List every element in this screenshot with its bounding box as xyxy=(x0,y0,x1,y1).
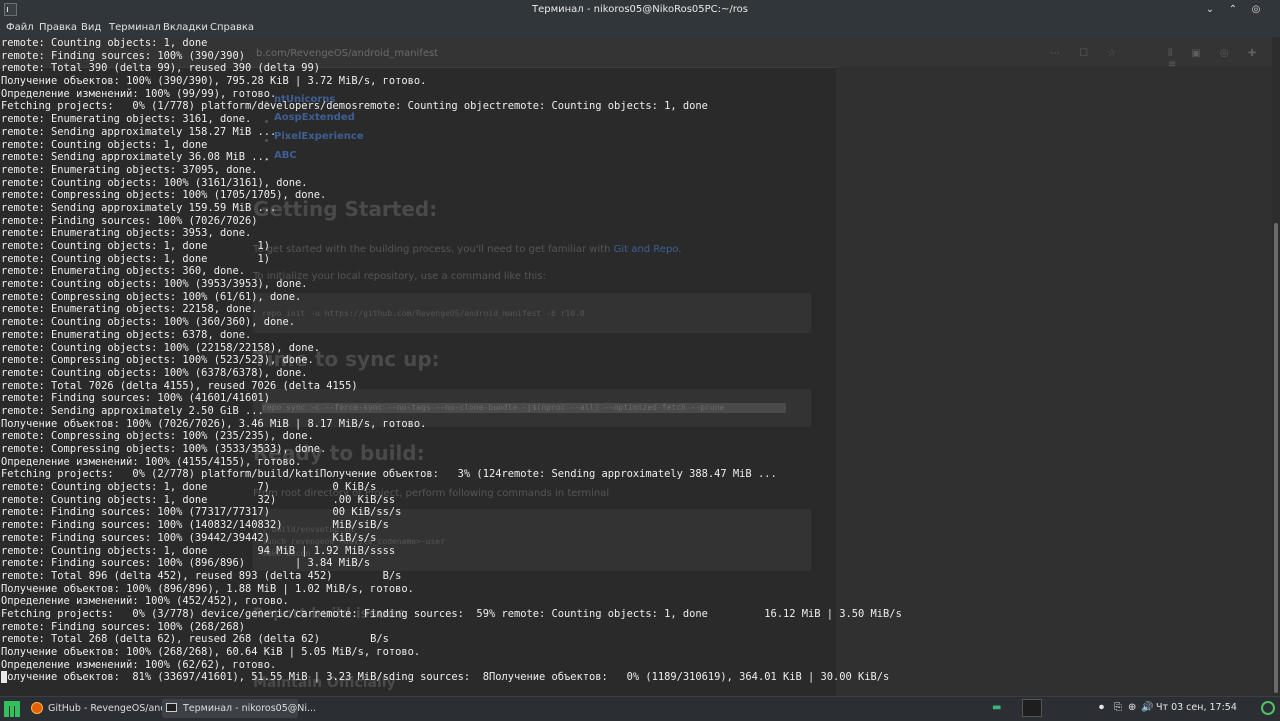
terminal-line: remote: Enumerating objects: 22158, done… xyxy=(1,303,258,316)
task-firefox[interactable]: GitHub - RevengeOS/andr... xyxy=(27,699,178,718)
terminal-line: remote: Total 390 (delta 99), reused 390… xyxy=(1,62,321,75)
terminal-line: remote: Counting objects: 100% (3953/395… xyxy=(1,278,308,291)
minimize-button[interactable]: ⌄ xyxy=(1202,2,1218,17)
terminal-line: remote: Counting objects: 100% (6378/637… xyxy=(1,366,308,379)
terminal-line: remote: Enumerating objects: 3161, done. xyxy=(1,113,252,126)
taskbar: GitHub - RevengeOS/andr... Терминал - ni… xyxy=(0,696,1280,721)
terminal-line: remote: Counting objects: 1, done 1) xyxy=(1,240,270,252)
media-icon[interactable]: ⏺ xyxy=(1099,702,1104,713)
menu-file[interactable]: Файл xyxy=(6,22,34,33)
terminal-line: Получение объектов: 81% (33697/41601), 5… xyxy=(1,671,890,684)
task-terminal[interactable]: Терминал - nikoros05@Ni... xyxy=(162,699,316,718)
terminal-line: remote: Finding sources: 100% (39442/394… xyxy=(1,531,377,544)
terminal-line: Определение изменений: 100% (62/62), гот… xyxy=(1,658,277,671)
task-firefox-label: GitHub - RevengeOS/andr... xyxy=(48,703,179,714)
terminal-icon xyxy=(166,703,177,712)
terminal-line: remote: Compressing objects: 100% (523/5… xyxy=(1,354,314,367)
clock[interactable]: Чт 03 сен, 17:54 xyxy=(1156,702,1237,713)
terminal-line: remote: Enumerating objects: 37095, done… xyxy=(1,163,258,176)
window-title: Терминал - nikoros05@NikoRos05PC:~/ros xyxy=(531,4,748,15)
terminal-line: Определение изменений: 100% (4155/4155),… xyxy=(1,455,302,468)
terminal-line: remote: Total 7026 (delta 4155), reused … xyxy=(1,379,358,392)
terminal-line: Fetching projects: 0% (2/778) platform/b… xyxy=(1,468,777,481)
menu-bar: Файл Правка Вид Терминал Вкладки Справка xyxy=(0,19,1280,38)
menu-terminal[interactable]: Терминал xyxy=(109,22,161,33)
terminal-line: remote: Finding sources: 100% (41601/416… xyxy=(1,392,270,405)
volume-icon[interactable]: 🔊 xyxy=(1141,702,1153,713)
clipboard-icon[interactable]: ⎘ xyxy=(1114,702,1122,713)
maximize-button[interactable]: ⌃ xyxy=(1225,2,1241,17)
terminal-line: Определение изменений: 100% (99/99), гот… xyxy=(1,87,277,100)
menu-tabs[interactable]: Вкладки xyxy=(163,22,208,33)
terminal-line: remote: Enumerating objects: 3953, done. xyxy=(1,227,252,240)
terminal-line: remote: Counting objects: 1, done 1) xyxy=(1,252,270,265)
terminal-line: remote: Counting objects: 100% (22158/22… xyxy=(1,341,321,354)
terminal-line: remote: Sending approximately 158.27 MiB… xyxy=(1,125,277,138)
terminal-line: remote: Finding sources: 100% (390/390) xyxy=(1,49,245,62)
terminal-view[interactable]: b.com/RevengeOS/android_manifest ⋯ ☐ ☆ ⫴… xyxy=(0,37,1280,696)
workspace-preview[interactable] xyxy=(1022,699,1042,717)
close-button[interactable]: ◎ xyxy=(1248,2,1264,17)
terminal-line: remote: Enumerating objects: 6378, done. xyxy=(1,328,252,341)
firefox-icon xyxy=(31,702,43,714)
terminal-line: Получение объектов: 100% (896/896), 1.88… xyxy=(1,582,414,595)
terminal-line: Получение объектов: 100% (7026/7026), 3.… xyxy=(1,417,427,430)
task-terminal-label: Терминал - nikoros05@Ni... xyxy=(183,703,317,714)
terminal-line: remote: Counting objects: 1, done xyxy=(1,138,208,151)
terminal-line: remote: Total 268 (delta 62), reused 268… xyxy=(1,633,389,646)
terminal-cursor xyxy=(1,671,7,683)
terminal-line: remote: Finding sources: 100% (268/268) xyxy=(1,620,245,633)
terminal-line: remote: Compressing objects: 100% (235/2… xyxy=(1,430,314,443)
workspace-icon[interactable]: ▬ xyxy=(992,702,1001,713)
network-icon[interactable]: ⊕ xyxy=(1128,702,1136,713)
terminal-line: remote: Total 896 (delta 452), reused 89… xyxy=(1,569,402,582)
terminal-line: Получение объектов: 100% (268/268), 60.6… xyxy=(1,646,421,658)
menu-edit[interactable]: Правка xyxy=(39,22,77,33)
menu-view[interactable]: Вид xyxy=(81,22,101,33)
menu-help[interactable]: Справка xyxy=(210,22,254,33)
terminal-line: remote: Counting objects: 100% (3161/316… xyxy=(1,176,308,189)
terminal-line: remote: Finding sources: 100% (140832/14… xyxy=(1,519,389,532)
terminal-line: Определение изменений: 100% (452/452), г… xyxy=(1,595,289,608)
update-icon[interactable] xyxy=(1261,701,1275,715)
scrollbar-thumb[interactable] xyxy=(1274,223,1278,693)
terminal-line: remote: Counting objects: 100% (360/360)… xyxy=(1,316,296,329)
terminal-line: remote: Sending approximately 36.08 MiB … xyxy=(1,151,270,164)
terminal-line: Fetching projects: 0% (3/778) device/gen… xyxy=(1,607,902,620)
terminal-line: remote: Counting objects: 1, done xyxy=(1,37,208,49)
terminal-line: remote: Sending approximately 2.50 GiB .… xyxy=(1,404,264,417)
terminal-line: remote: Compressing objects: 100% (3533/… xyxy=(1,443,327,455)
terminal-line: remote: Enumerating objects: 360, done. xyxy=(1,265,245,278)
terminal-line: remote: Finding sources: 100% (77317/773… xyxy=(1,506,402,519)
window-titlebar[interactable]: Терминал - nikoros05@NikoRos05PC:~/ros ⌄… xyxy=(0,0,1280,19)
terminal-line: remote: Finding sources: 100% (7026/7026… xyxy=(1,214,258,227)
terminal-line: remote: Compressing objects: 100% (61/61… xyxy=(1,290,302,303)
terminal-line: remote: Counting objects: 1, done 32) .0… xyxy=(1,493,396,506)
terminal-line: remote: Counting objects: 1, done 94 MiB… xyxy=(1,544,396,557)
terminal-line: remote: Finding sources: 100% (896/896) … xyxy=(1,557,371,570)
terminal-output: remote: Counting objects: 1, done remote:… xyxy=(1,37,1269,684)
terminal-line: remote: Sending approximately 159.59 MiB… xyxy=(1,201,277,214)
terminal-line: remote: Counting objects: 1, done 7) 0 K… xyxy=(1,481,377,494)
terminal-line: Получение объектов: 100% (390/390), 795.… xyxy=(1,75,427,88)
terminal-scrollbar[interactable] xyxy=(1272,37,1280,696)
terminal-line: remote: Compressing objects: 100% (1705/… xyxy=(1,189,327,202)
start-menu-icon[interactable] xyxy=(4,701,20,717)
terminal-line: Fetching projects: 0% (1/778) platform/d… xyxy=(1,100,708,113)
